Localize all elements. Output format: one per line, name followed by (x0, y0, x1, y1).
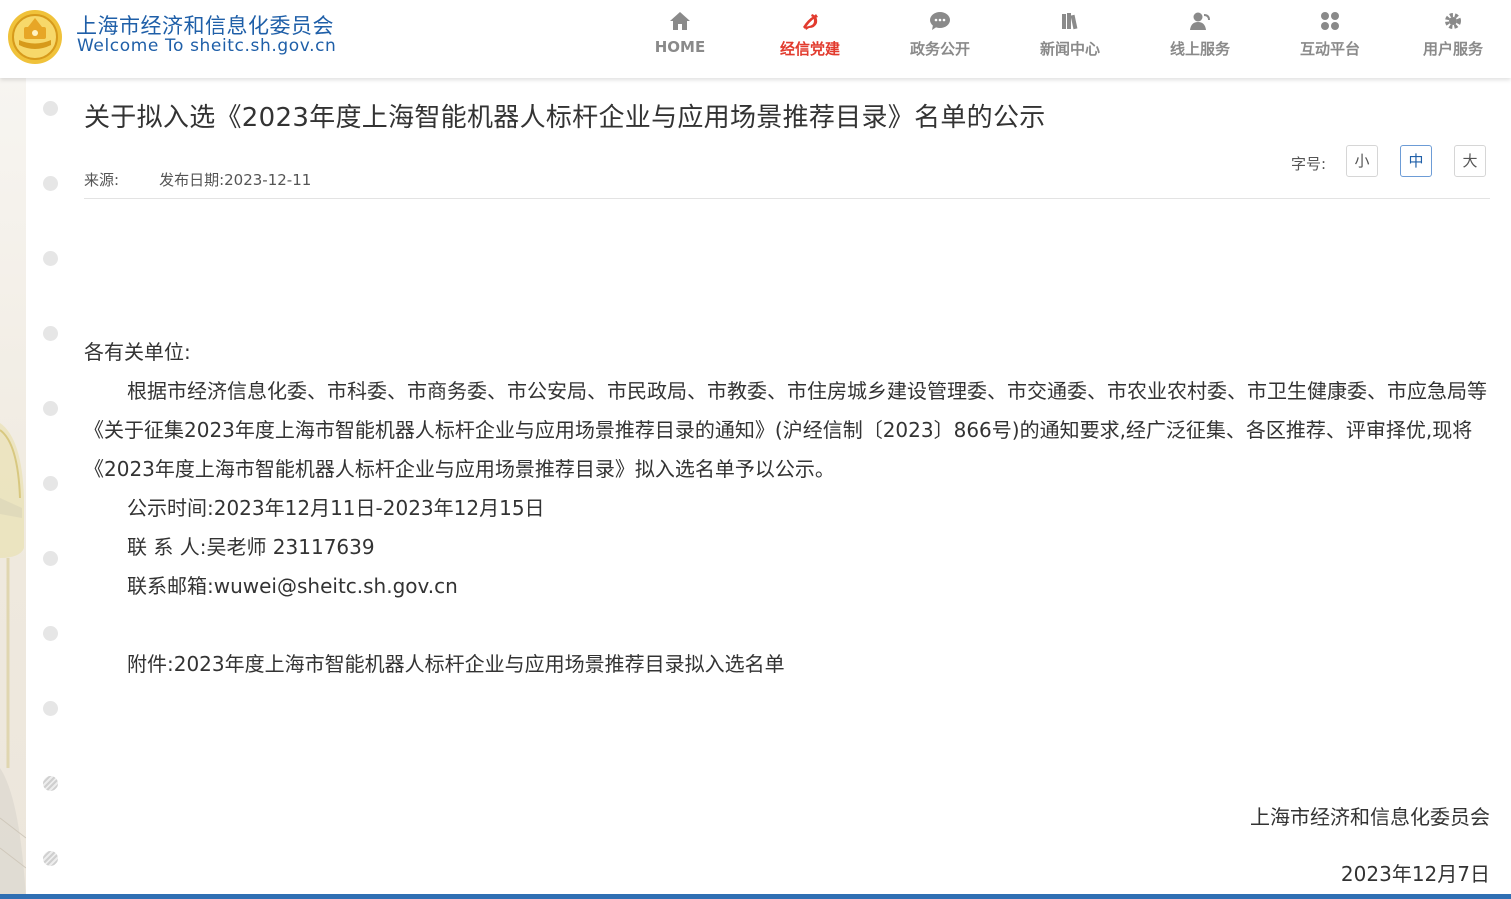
decorative-dot (43, 176, 58, 191)
decorative-dot (43, 401, 58, 416)
publicity-period: 公示时间:2023年12月11日-2023年12月15日 (127, 496, 545, 520)
font-size-small-button[interactable]: 小 (1346, 145, 1378, 177)
article-body: 各有关单位: 根据市经济信息化委、市科委、市商务委、市公安局、市民政局、市教委、… (84, 333, 1494, 684)
decorative-dot (43, 701, 58, 716)
font-size-medium-button[interactable]: 中 (1400, 145, 1432, 177)
gear-icon (1445, 13, 1461, 29)
title-divider (84, 198, 1490, 199)
font-size-label: 字号: (1291, 155, 1327, 173)
decorative-dot (43, 326, 58, 341)
publish-date: 发布日期:2023-12-11 (159, 171, 312, 189)
nav-label: HOME (654, 38, 706, 56)
nav-label: 政务公开 (909, 40, 970, 58)
nav-label: 用户服务 (1422, 40, 1483, 58)
nav-label: 经信党建 (779, 40, 840, 58)
nav-government-affairs[interactable]: 政务公开 (875, 0, 1005, 78)
nav-label: 线上服务 (1169, 40, 1230, 58)
signature-date: 2023年12月7日 (1340, 862, 1490, 886)
grid-icon (1321, 12, 1339, 30)
decorative-dot (43, 551, 58, 566)
article-title: 关于拟入选《2023年度上海智能机器人标杆企业与应用场景推荐目录》名单的公示 (84, 103, 1046, 133)
decorative-dot (43, 251, 58, 266)
chat-bubble-icon (930, 12, 950, 30)
article-meta: 来源: 发布日期:2023-12-11 (84, 169, 311, 190)
decorative-dot (43, 851, 58, 866)
source-label: 来源: (84, 171, 120, 189)
site-subtitle[interactable]: Welcome To sheitc.sh.gov.cn (77, 36, 336, 56)
font-size-large-button[interactable]: 大 (1454, 145, 1486, 177)
decorative-dot (43, 101, 58, 116)
decorative-background-image (0, 423, 26, 899)
main-nav: HOME 经信党建 政务公开 新闻中心 线上服务 互动平台 用户服务 (615, 0, 1511, 78)
contact-person: 联 系 人:吴老师 23117639 (127, 535, 375, 559)
nav-interactive-platform[interactable]: 互动平台 (1265, 0, 1395, 78)
home-icon (670, 12, 690, 30)
body-paragraph: 根据市经济信息化委、市科委、市商务委、市公安局、市民政局、市教委、市住房城乡建设… (84, 379, 1487, 481)
nav-home[interactable]: HOME (615, 0, 745, 78)
user-service-icon (1190, 12, 1210, 30)
nav-news-center[interactable]: 新闻中心 (1005, 0, 1135, 78)
nav-label: 新闻中心 (1039, 40, 1100, 58)
decorative-dot (43, 476, 58, 491)
signature: 上海市经济和信息化委员会 (1250, 805, 1490, 829)
books-icon (1062, 13, 1078, 30)
site-header: 上海市经济和信息化委员会 Welcome To sheitc.sh.gov.cn… (0, 0, 1511, 78)
bottom-bar (0, 894, 1511, 899)
nav-user-services[interactable]: 用户服务 (1395, 0, 1511, 78)
contact-email: 联系邮箱:wuwei@sheitc.sh.gov.cn (127, 574, 458, 598)
emblem-icon[interactable] (6, 7, 64, 65)
left-decoration (0, 78, 26, 899)
nav-label: 互动平台 (1299, 40, 1360, 58)
party-emblem-icon (803, 14, 818, 30)
nav-party-building[interactable]: 经信党建 (745, 0, 875, 78)
decorative-dot (43, 626, 58, 641)
nav-online-services[interactable]: 线上服务 (1135, 0, 1265, 78)
decorative-dot (43, 776, 58, 791)
attachment-link[interactable]: 附件:2023年度上海市智能机器人标杆企业与应用场景推荐目录拟入选名单 (84, 645, 1494, 684)
salutation: 各有关单位: (84, 340, 191, 364)
